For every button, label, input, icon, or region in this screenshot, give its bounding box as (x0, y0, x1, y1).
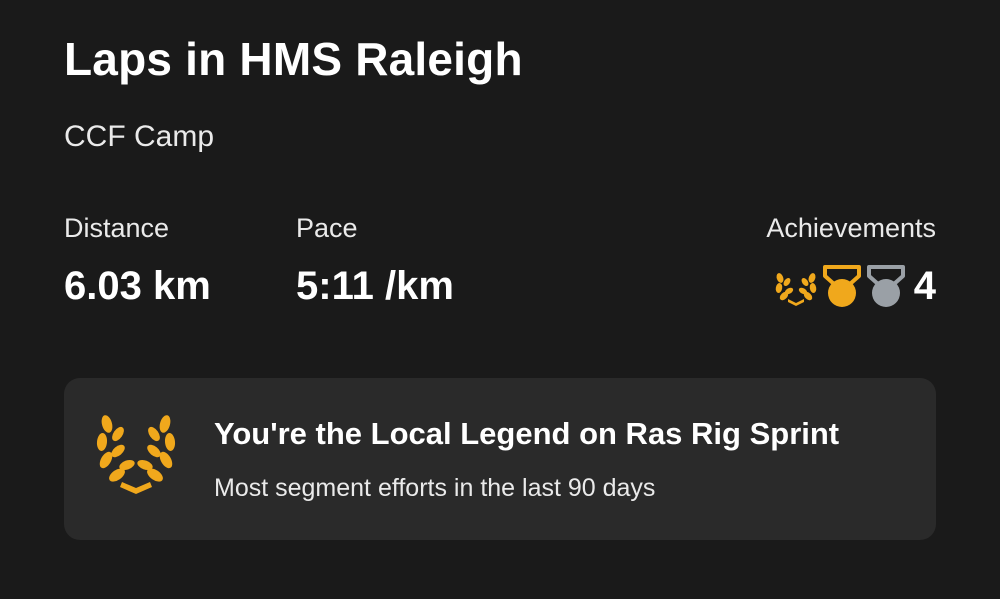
activity-subtitle: CCF Camp (64, 120, 215, 153)
legend-heading: You're the Local Legend on Ras Rig Sprin… (214, 416, 840, 451)
laurel-wreath-icon (96, 415, 176, 494)
legend-description: Most segment efforts in the last 90 days (214, 474, 656, 502)
pace-label: Pace (296, 213, 358, 243)
achievements-count: 4 (913, 264, 936, 308)
activity-title[interactable]: Laps in HMS Raleigh (64, 32, 523, 86)
achievements-label: Achievements (766, 213, 936, 243)
local-legend-banner[interactable]: You're the Local Legend on Ras Rig Sprin… (64, 378, 936, 540)
local-legend-laurel-icon (775, 273, 817, 306)
silver-medal-icon (866, 265, 905, 307)
distance-value: 6.03 km (64, 264, 211, 308)
gold-medal-icon (822, 265, 861, 307)
pace-stat: Pace 5:11 /km (296, 210, 454, 314)
distance-label: Distance (64, 213, 170, 243)
distance-stat: Distance 6.03 km (64, 210, 211, 314)
achievements-row: 4 (766, 258, 936, 314)
activity-card: Laps in HMS Raleigh CCF Camp Distance 6.… (0, 0, 1000, 599)
pace-value: 5:11 /km (296, 264, 454, 308)
achievements-stat[interactable]: Achievements 4 (766, 210, 936, 314)
